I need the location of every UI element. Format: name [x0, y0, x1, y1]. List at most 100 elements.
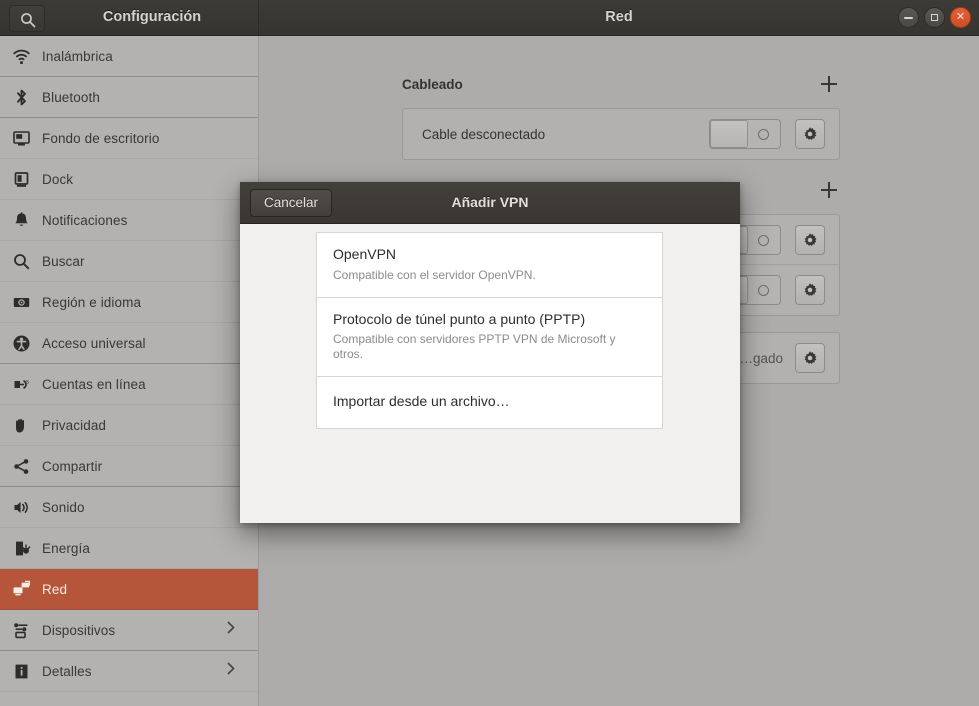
add-vpn-dialog: Añadir VPN Cancelar OpenVPN Compatible c…: [240, 182, 740, 523]
chevron-right-icon: [224, 621, 238, 640]
dock-icon: [0, 170, 42, 189]
sidebar-item-inalambrica[interactable]: Inalámbrica: [0, 36, 258, 77]
search-icon: [19, 11, 37, 29]
wallpaper-icon: [0, 129, 42, 148]
vpn-option-title: OpenVPN: [333, 246, 646, 264]
bell-icon: [0, 211, 42, 230]
svg-text:s: s: [26, 379, 29, 385]
sidebar-item-bluetooth[interactable]: Bluetooth: [0, 77, 258, 118]
share-icon: [0, 457, 42, 476]
list-item[interactable]: OpenVPN Compatible con el servidor OpenV…: [317, 233, 662, 298]
devices-icon: [0, 621, 42, 640]
window-controls: ✕: [898, 7, 971, 28]
sidebar-item-cuentas-en-linea[interactable]: s Cuentas en línea: [0, 364, 258, 405]
window-title: Red: [259, 0, 979, 35]
power-battery-icon: [0, 539, 42, 558]
vpn-settings-button[interactable]: [795, 275, 825, 305]
vpn-option-description: Compatible con servidores PPTP VPN de Mi…: [333, 332, 646, 362]
sidebar-item-red[interactable]: Red: [0, 569, 258, 610]
sidebar-item-label: Privacidad: [42, 418, 106, 433]
wired-toggle[interactable]: [709, 119, 781, 149]
sidebar-item-detalles[interactable]: Detalles: [0, 651, 258, 692]
settings-window: Configuración Red ✕ Inalámbrica: [0, 0, 979, 706]
wifi-icon: [0, 47, 42, 66]
sidebar-item-compartir[interactable]: Compartir: [0, 446, 258, 487]
proxy-settings-button[interactable]: [795, 343, 825, 373]
wired-settings-button[interactable]: [795, 119, 825, 149]
accessibility-icon: [0, 334, 42, 353]
search-button[interactable]: [9, 5, 45, 32]
search-icon: [0, 252, 42, 271]
info-icon: [0, 662, 42, 681]
sidebar-item-label: Buscar: [42, 254, 85, 269]
section-cableado: Cableado Cable desconectado: [402, 70, 840, 160]
gear-icon: [802, 126, 818, 142]
region-icon: [0, 293, 42, 312]
close-icon: ✕: [951, 8, 970, 27]
toggle-knob: [710, 120, 748, 148]
vpn-option-title: Protocolo de túnel punto a punto (PPTP): [333, 311, 646, 329]
vpn-settings-button[interactable]: [795, 225, 825, 255]
gear-icon: [802, 282, 818, 298]
gear-icon: [802, 232, 818, 248]
gear-icon: [802, 350, 818, 366]
sidebar-item-label: Fondo de escritorio: [42, 131, 159, 146]
sidebar-item-notificaciones[interactable]: Notificaciones: [0, 200, 258, 241]
sidebar-window-title: Configuración: [45, 0, 259, 35]
sidebar-item-label: Acceso universal: [42, 336, 146, 351]
sidebar-item-fondo-de-escritorio[interactable]: Fondo de escritorio: [0, 118, 258, 159]
chevron-right-icon: [224, 662, 238, 681]
dialog-body: OpenVPN Compatible con el servidor OpenV…: [240, 224, 740, 523]
wired-listbox: Cable desconectado: [402, 108, 840, 160]
privacy-hand-icon: [0, 416, 42, 435]
titlebar-sidebar-region: Configuración: [0, 0, 259, 35]
online-accounts-icon: s: [0, 375, 42, 394]
vpn-option-title: Importar desde un archivo…: [333, 393, 646, 411]
sidebar-item-label: Dispositivos: [42, 623, 115, 638]
section-header: Cableado: [402, 70, 840, 98]
sidebar-item-privacidad[interactable]: Privacidad: [0, 405, 258, 446]
minimize-icon: [904, 17, 913, 19]
list-item[interactable]: Protocolo de túnel punto a punto (PPTP) …: [317, 298, 662, 378]
sidebar-item-dispositivos[interactable]: Dispositivos: [0, 610, 258, 651]
sidebar-item-label: Inalámbrica: [42, 49, 113, 64]
sidebar-item-label: Detalles: [42, 664, 92, 679]
sidebar-item-label: Red: [42, 582, 67, 597]
minimize-button[interactable]: [898, 7, 919, 28]
sidebar-item-label: Notificaciones: [42, 213, 127, 228]
maximize-button[interactable]: [924, 7, 945, 28]
maximize-icon: [931, 14, 938, 21]
settings-sidebar[interactable]: Inalámbrica Bluetooth Fondo de escritori…: [0, 36, 259, 706]
row-label: Cable desconectado: [422, 127, 709, 142]
close-button[interactable]: ✕: [950, 7, 971, 28]
sidebar-item-sonido[interactable]: Sonido: [0, 487, 258, 528]
bluetooth-icon: [0, 88, 42, 107]
table-row[interactable]: Cable desconectado: [403, 109, 839, 159]
toggle-off-indicator: [758, 129, 769, 140]
toggle-off-indicator: [758, 235, 769, 246]
list-item[interactable]: Importar desde un archivo…: [317, 377, 662, 428]
sidebar-item-dock[interactable]: Dock: [0, 159, 258, 200]
sidebar-item-buscar[interactable]: Buscar: [0, 241, 258, 282]
vpn-type-list: OpenVPN Compatible con el servidor OpenV…: [316, 232, 663, 429]
sidebar-item-label: Compartir: [42, 459, 102, 474]
network-icon: [0, 580, 42, 599]
cancel-button[interactable]: Cancelar: [250, 189, 332, 217]
dialog-header: Añadir VPN Cancelar: [240, 182, 740, 224]
add-wired-button[interactable]: [818, 73, 840, 95]
window-titlebar: Configuración Red ✕: [0, 0, 979, 36]
sidebar-item-energia[interactable]: Energía: [0, 528, 258, 569]
section-title: Cableado: [402, 77, 463, 92]
sidebar-item-label: Sonido: [42, 500, 85, 515]
toggle-off-indicator: [758, 285, 769, 296]
sidebar-item-label: Bluetooth: [42, 90, 100, 105]
sidebar-item-label: Región e idioma: [42, 295, 141, 310]
sidebar-item-acceso-universal[interactable]: Acceso universal: [0, 323, 258, 364]
speaker-icon: [0, 498, 42, 517]
sidebar-item-label: Cuentas en línea: [42, 377, 146, 392]
sidebar-item-label: Dock: [42, 172, 73, 187]
sidebar-item-region-e-idioma[interactable]: Región e idioma: [0, 282, 258, 323]
vpn-option-description: Compatible con el servidor OpenVPN.: [333, 268, 646, 283]
add-vpn-button[interactable]: [818, 179, 840, 201]
sidebar-item-label: Energía: [42, 541, 90, 556]
